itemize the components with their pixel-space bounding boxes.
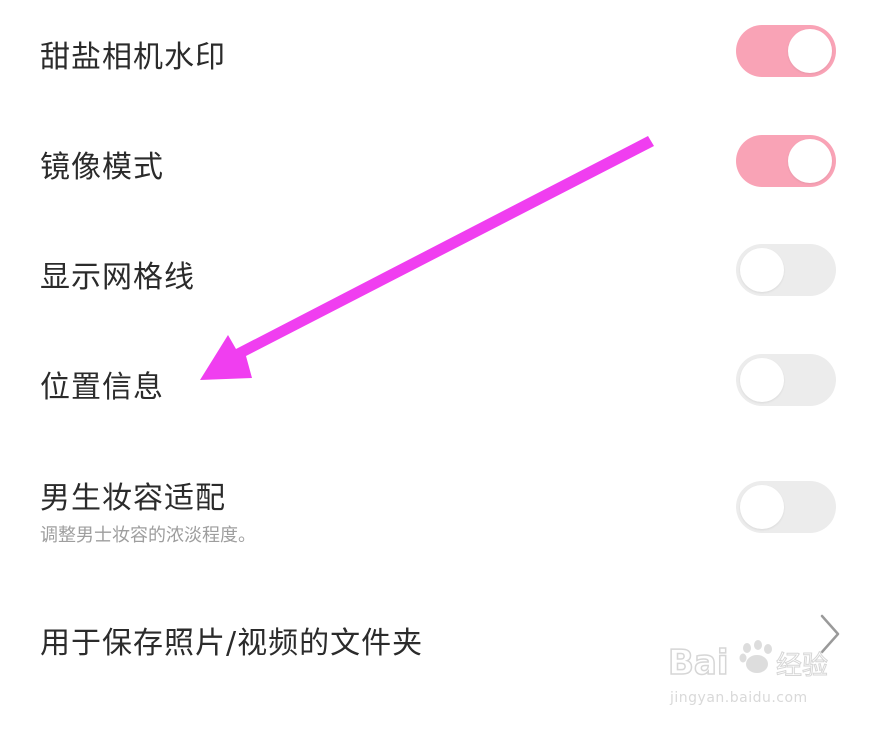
setting-row-grid-lines: 显示网格线 bbox=[0, 220, 874, 330]
setting-label-mirror-mode: 镜像模式 bbox=[40, 150, 164, 185]
toggle-knob bbox=[788, 29, 832, 73]
setting-label-grid-lines: 显示网格线 bbox=[40, 260, 195, 295]
watermark-url: jingyan.baidu.com bbox=[670, 690, 808, 706]
watermark-toggle[interactable] bbox=[736, 25, 836, 77]
setting-sublabel-male-makeup: 调整男士妆容的浓淡程度。 bbox=[40, 525, 256, 546]
setting-row-save-folder[interactable]: 用于保存照片/视频的文件夹 bbox=[0, 590, 874, 680]
chevron-right-icon[interactable] bbox=[814, 612, 844, 656]
grid-lines-toggle[interactable] bbox=[736, 244, 836, 296]
setting-row-location: 位置信息 bbox=[0, 330, 874, 440]
setting-row-mirror-mode: 镜像模式 bbox=[0, 110, 874, 220]
setting-label-save-folder: 用于保存照片/视频的文件夹 bbox=[40, 626, 424, 661]
settings-page: 甜盐相机水印 镜像模式 显示网格线 位置信息 男生妆容适配 调整男士妆容的浓淡程… bbox=[0, 0, 874, 730]
toggle-knob bbox=[740, 485, 784, 529]
location-toggle[interactable] bbox=[736, 354, 836, 406]
toggle-knob bbox=[788, 139, 832, 183]
toggle-knob bbox=[740, 358, 784, 402]
setting-row-watermark: 甜盐相机水印 bbox=[0, 0, 874, 110]
mirror-mode-toggle[interactable] bbox=[736, 135, 836, 187]
male-makeup-toggle[interactable] bbox=[736, 481, 836, 533]
setting-label-location: 位置信息 bbox=[40, 370, 164, 405]
setting-label-male-makeup: 男生妆容适配 bbox=[40, 481, 226, 516]
setting-label-watermark: 甜盐相机水印 bbox=[40, 40, 226, 75]
setting-row-male-makeup: 男生妆容适配 调整男士妆容的浓淡程度。 bbox=[0, 455, 874, 580]
toggle-knob bbox=[740, 248, 784, 292]
